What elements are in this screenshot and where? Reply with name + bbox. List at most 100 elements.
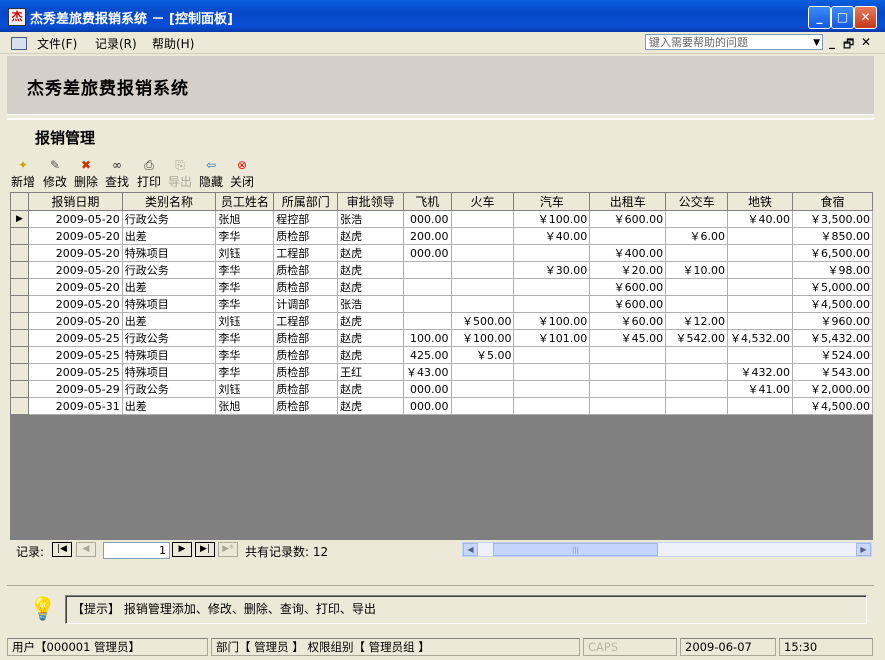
table-cell[interactable]: 张旭 bbox=[215, 210, 275, 228]
table-row[interactable]: 2009-05-31 出差 张旭 质检部 赵虎 000.00 ￥4,500.00 bbox=[10, 397, 873, 415]
row-selector[interactable] bbox=[10, 244, 29, 262]
table-cell[interactable] bbox=[589, 363, 667, 381]
table-cell[interactable]: 李华 bbox=[215, 346, 275, 364]
toolbar-button-2[interactable]: ✖ 删除 bbox=[70, 156, 102, 190]
table-cell[interactable]: ￥5,432.00 bbox=[792, 329, 873, 347]
table-cell[interactable]: 工程部 bbox=[273, 312, 339, 330]
table-cell[interactable] bbox=[665, 397, 729, 415]
table-cell[interactable]: 刘钰 bbox=[215, 380, 275, 398]
row-selector[interactable] bbox=[10, 312, 29, 330]
table-cell[interactable]: 赵虎 bbox=[337, 397, 405, 415]
table-cell[interactable]: 质检部 bbox=[273, 363, 339, 381]
table-cell[interactable]: 000.00 bbox=[403, 244, 452, 262]
table-cell[interactable]: ￥101.00 bbox=[513, 329, 591, 347]
toolbar-button-4[interactable]: ⎙ 打印 bbox=[133, 156, 165, 190]
menu-file[interactable]: 文件(F) bbox=[37, 35, 77, 52]
table-cell[interactable] bbox=[665, 295, 729, 313]
table-cell[interactable]: 行政公务 bbox=[121, 210, 217, 228]
column-header[interactable]: 员工姓名 bbox=[215, 192, 275, 211]
table-row[interactable]: 2009-05-20 出差 李华 质检部 赵虎 ￥600.00 ￥5,000.00 bbox=[10, 278, 873, 296]
table-cell[interactable]: 2009-05-20 bbox=[27, 261, 123, 279]
table-cell[interactable]: 2009-05-31 bbox=[27, 397, 123, 415]
table-cell[interactable] bbox=[727, 278, 794, 296]
table-cell[interactable]: ￥4,500.00 bbox=[792, 295, 873, 313]
column-header[interactable]: 报销日期 bbox=[27, 192, 123, 211]
table-row[interactable]: 2009-05-20 特殊项目 刘钰 工程部 赵虎 000.00 ￥400.00 ￥6,500… bbox=[10, 244, 873, 262]
table-cell[interactable]: 2009-05-25 bbox=[27, 363, 123, 381]
app-icon[interactable]: 杰 bbox=[8, 8, 26, 26]
close-button[interactable]: ✕ bbox=[854, 6, 877, 29]
table-cell[interactable]: 王红 bbox=[337, 363, 405, 381]
table-cell[interactable]: 计调部 bbox=[273, 295, 339, 313]
table-cell[interactable]: 行政公务 bbox=[121, 261, 217, 279]
table-cell[interactable] bbox=[513, 363, 591, 381]
table-cell[interactable]: ￥542.00 bbox=[665, 329, 729, 347]
column-header[interactable]: 食宿 bbox=[792, 192, 873, 211]
table-cell[interactable]: 出差 bbox=[121, 312, 217, 330]
table-row[interactable]: 2009-05-20 行政公务 李华 质检部 赵虎 ￥30.00 ￥20.00 ￥10.00 ￥… bbox=[10, 261, 873, 279]
table-cell[interactable]: 张旭 bbox=[215, 397, 275, 415]
table-cell[interactable]: 行政公务 bbox=[121, 380, 217, 398]
table-cell[interactable]: 质检部 bbox=[273, 278, 339, 296]
table-cell[interactable]: 赵虎 bbox=[337, 346, 405, 364]
chevron-down-icon[interactable]: ▼ bbox=[813, 35, 820, 51]
column-header[interactable]: 类别名称 bbox=[121, 192, 217, 211]
column-header[interactable]: 公交车 bbox=[665, 192, 729, 211]
table-cell[interactable]: ￥600.00 bbox=[589, 295, 667, 313]
table-cell[interactable]: 000.00 bbox=[403, 397, 452, 415]
table-cell[interactable]: 赵虎 bbox=[337, 261, 405, 279]
mdi-minimize-button[interactable]: _ bbox=[829, 35, 835, 49]
table-cell[interactable]: ￥5,000.00 bbox=[792, 278, 873, 296]
row-selector[interactable]: ▶ bbox=[10, 210, 29, 228]
table-cell[interactable]: 李华 bbox=[215, 227, 275, 245]
table-cell[interactable]: 2009-05-25 bbox=[27, 346, 123, 364]
current-record-input[interactable]: 1 bbox=[103, 542, 170, 559]
table-cell[interactable]: 2009-05-25 bbox=[27, 329, 123, 347]
menu-help[interactable]: 帮助(H) bbox=[152, 35, 194, 52]
table-cell[interactable]: 质检部 bbox=[273, 227, 339, 245]
row-selector[interactable] bbox=[10, 278, 29, 296]
table-cell[interactable]: 李华 bbox=[215, 363, 275, 381]
table-cell[interactable]: 特殊项目 bbox=[121, 363, 217, 381]
table-cell[interactable]: 赵虎 bbox=[337, 380, 405, 398]
grid-corner[interactable] bbox=[10, 192, 29, 211]
table-cell[interactable]: ￥5.00 bbox=[450, 346, 515, 364]
table-cell[interactable]: ￥45.00 bbox=[589, 329, 667, 347]
table-cell[interactable] bbox=[665, 363, 729, 381]
table-cell[interactable]: ￥100.00 bbox=[513, 210, 591, 228]
table-cell[interactable]: 特殊项目 bbox=[121, 244, 217, 262]
table-cell[interactable]: ￥20.00 bbox=[589, 261, 667, 279]
row-selector[interactable] bbox=[10, 295, 29, 313]
table-cell[interactable]: ￥30.00 bbox=[513, 261, 591, 279]
table-cell[interactable]: 赵虎 bbox=[337, 312, 405, 330]
table-cell[interactable]: ￥432.00 bbox=[727, 363, 794, 381]
table-cell[interactable]: 质检部 bbox=[273, 346, 339, 364]
row-selector[interactable] bbox=[10, 227, 29, 245]
table-cell[interactable] bbox=[450, 397, 515, 415]
column-header[interactable]: 审批领导 bbox=[337, 192, 405, 211]
table-cell[interactable]: 出差 bbox=[121, 278, 217, 296]
table-cell[interactable]: 特殊项目 bbox=[121, 346, 217, 364]
table-cell[interactable]: 赵虎 bbox=[337, 227, 405, 245]
table-cell[interactable]: ￥6.00 bbox=[665, 227, 729, 245]
table-cell[interactable]: ￥100.00 bbox=[450, 329, 515, 347]
table-cell[interactable] bbox=[665, 244, 729, 262]
table-cell[interactable] bbox=[589, 227, 667, 245]
table-cell[interactable]: 2009-05-29 bbox=[27, 380, 123, 398]
column-header[interactable]: 火车 bbox=[450, 192, 515, 211]
document-window-icon[interactable] bbox=[11, 37, 27, 50]
table-cell[interactable] bbox=[665, 346, 729, 364]
table-cell[interactable] bbox=[727, 244, 794, 262]
table-row[interactable]: 2009-05-20 特殊项目 李华 计调部 张浩 ￥600.00 ￥4,500.00 bbox=[10, 295, 873, 313]
table-cell[interactable] bbox=[727, 261, 794, 279]
table-cell[interactable]: ￥2,000.00 bbox=[792, 380, 873, 398]
table-cell[interactable] bbox=[727, 397, 794, 415]
data-grid[interactable]: 报销日期 类别名称 员工姓名 所属部门 审批领导 飞机 火车 汽车 出租车 公交车 地铁 食宿 ▶ 20… bbox=[10, 192, 873, 540]
table-cell[interactable] bbox=[665, 380, 729, 398]
table-cell[interactable]: 2009-05-20 bbox=[27, 210, 123, 228]
minimize-button[interactable]: _ bbox=[808, 6, 831, 29]
new-record-button[interactable]: ▶* bbox=[218, 542, 238, 557]
table-cell[interactable]: 赵虎 bbox=[337, 278, 405, 296]
table-cell[interactable]: 李华 bbox=[215, 295, 275, 313]
table-cell[interactable]: 质检部 bbox=[273, 380, 339, 398]
